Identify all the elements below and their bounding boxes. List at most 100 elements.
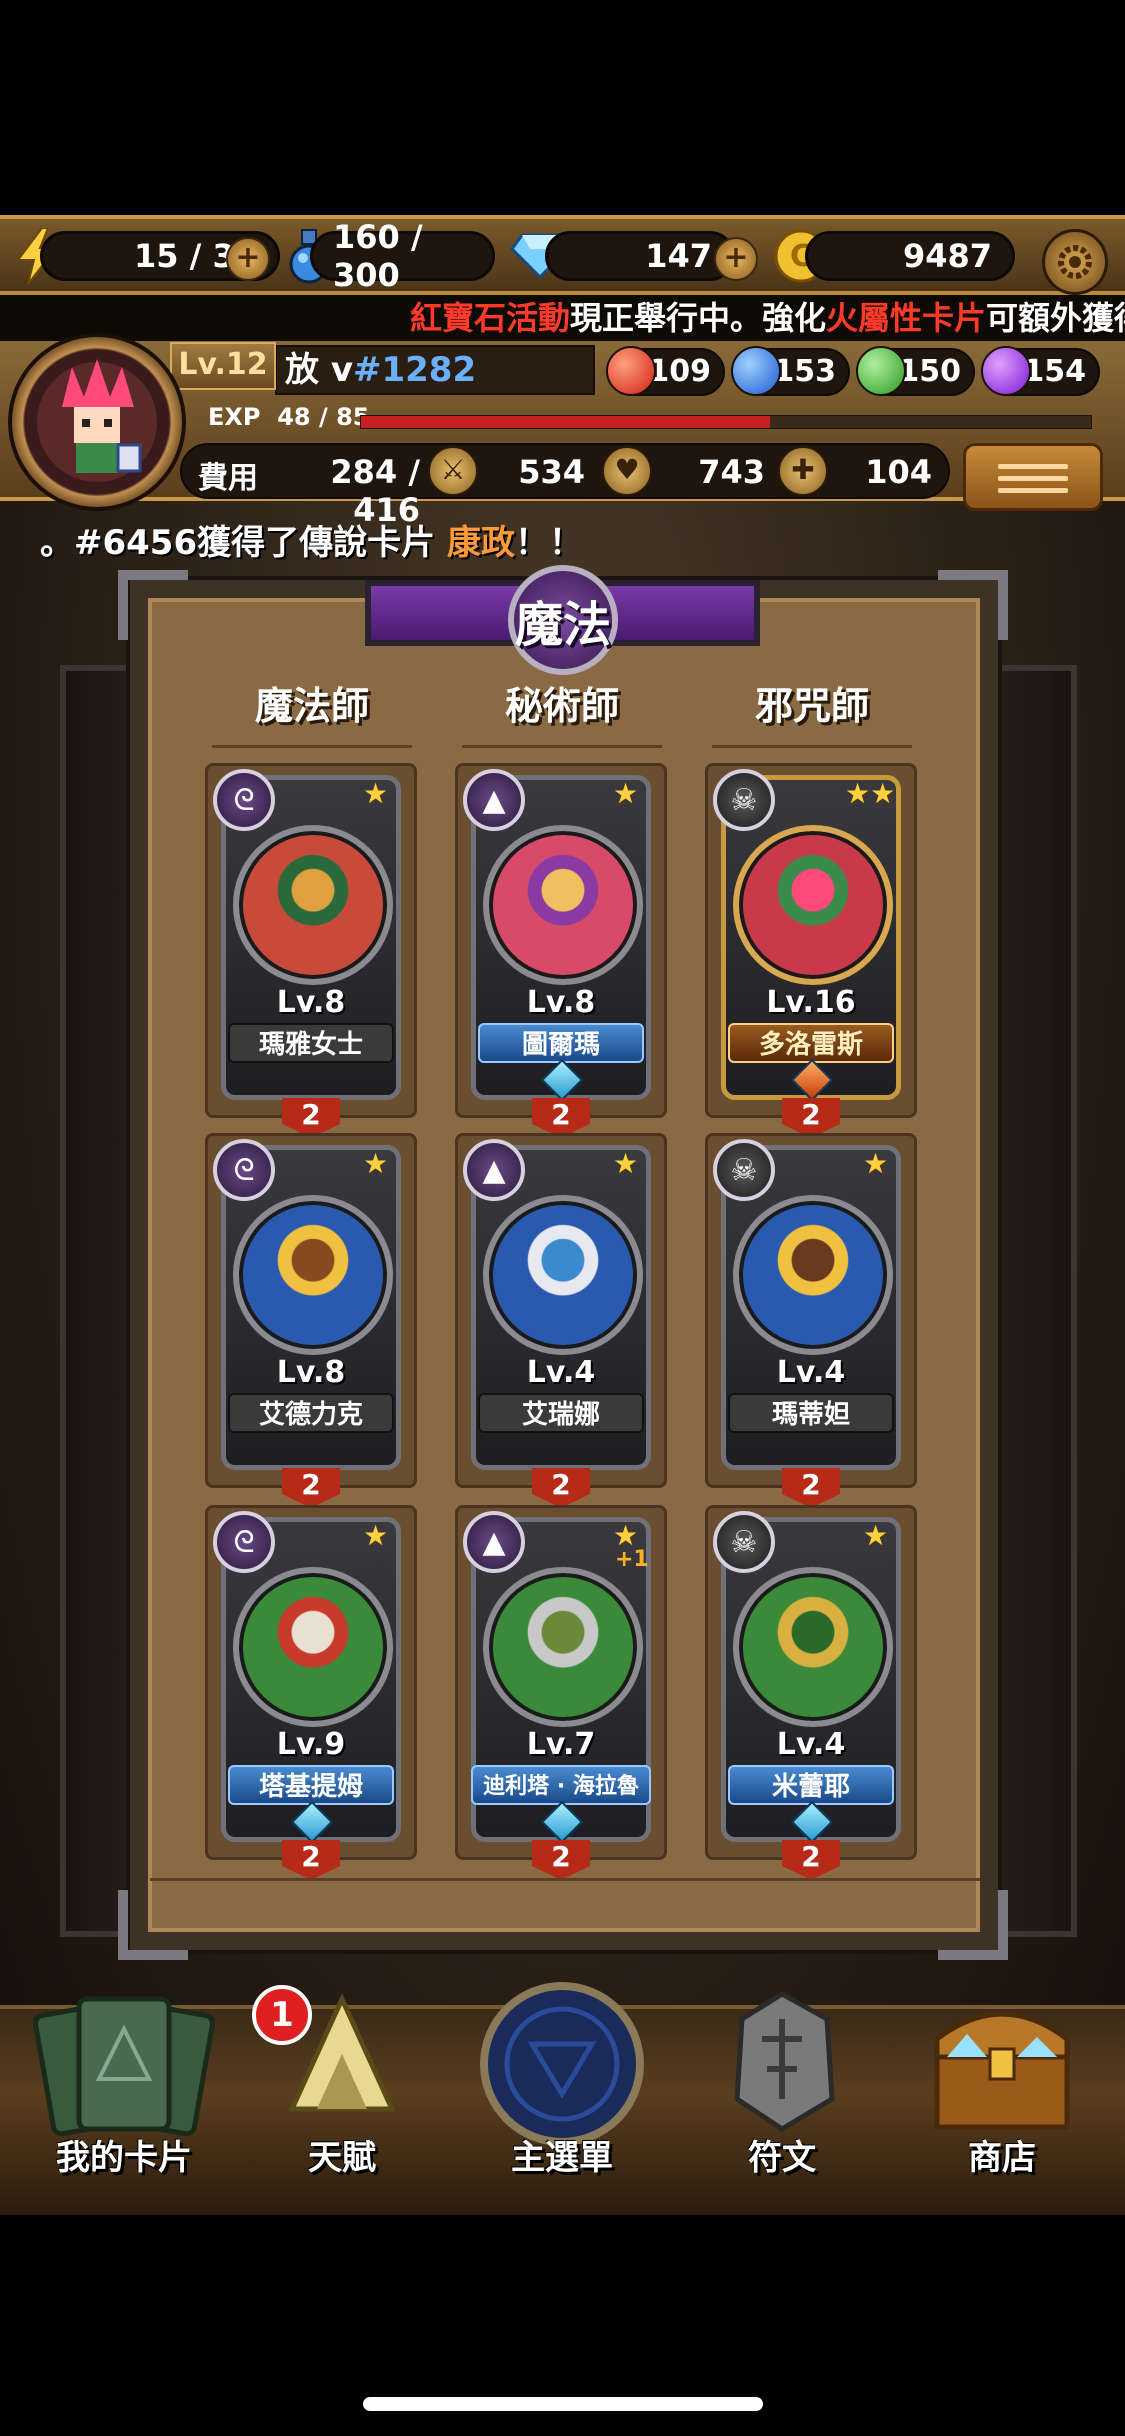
board-corner <box>938 570 1008 640</box>
hp-value: 743 <box>698 453 765 491</box>
heart-icon: ♥ <box>602 446 652 496</box>
treasure-chest-icon <box>934 2011 1070 2130</box>
home-indicator[interactable] <box>363 2397 763 2411</box>
nature-value: 150 <box>898 354 961 389</box>
potion-counter: 160 / 300 <box>310 218 495 294</box>
menu-icon <box>998 464 1068 469</box>
star-rating: ★ <box>613 777 639 810</box>
witch-hat-icon: ▲ <box>463 769 525 831</box>
dark-value: 154 <box>1023 354 1086 389</box>
dark-orb-icon <box>981 346 1031 396</box>
announcement-suffix: ！！ <box>514 523 583 563</box>
mage-class-icon: ᘓ <box>213 769 275 831</box>
nav-label: 我的卡片 <box>56 2138 192 2178</box>
column-header-warlock: 邪咒師 <box>754 684 869 728</box>
nav-my-cards[interactable]: 我的卡片 <box>24 1996 224 2215</box>
fire-orb-icon <box>606 346 656 396</box>
diamond-counter: 147 <box>545 231 735 281</box>
card-level: Lv.9 <box>276 1727 346 1762</box>
card-level: Lv.7 <box>526 1727 596 1762</box>
diamond-plus-button[interactable]: + <box>714 237 758 281</box>
cross-icon: ✚ <box>778 446 828 496</box>
ticker-event: 紅寶石活動 <box>410 299 571 337</box>
card-level: Lv.4 <box>776 1727 846 1762</box>
hero-portrait <box>483 1567 643 1727</box>
card-level: Lv.8 <box>526 985 596 1020</box>
player-avatar[interactable] <box>8 333 186 511</box>
card-level: Lv.4 <box>776 1355 846 1390</box>
skull-icon: ☠ <box>713 769 775 831</box>
exp-bar <box>360 415 1092 429</box>
water-orb-icon <box>731 346 781 396</box>
nav-main-menu[interactable]: 主選單 <box>462 1982 662 2215</box>
fire-value: 109 <box>648 354 711 389</box>
gold-counter: 9487 <box>805 231 1015 281</box>
divider <box>712 745 912 748</box>
exp-label: EXP 48 / 85 <box>208 403 370 431</box>
hero-portrait <box>483 825 643 985</box>
star-rating: ★ <box>863 1519 889 1552</box>
card-name: 艾瑞娜 <box>478 1393 644 1433</box>
board-title-text: 魔法 <box>514 597 611 653</box>
card-name: 瑪蒂妲 <box>728 1393 894 1433</box>
news-ticker: 紅寶石活動現正舉行中。強化火屬性卡片可額外獲得 <box>0 295 1125 341</box>
sword-icon: ⚔ <box>428 446 478 496</box>
star-bonus: +1 <box>615 1547 649 1572</box>
star-rating: ★ <box>363 1519 389 1552</box>
nav-label: 天賦 <box>308 2138 376 2178</box>
nature-orb-icon <box>856 346 906 396</box>
skull-icon: ☠ <box>713 1139 775 1201</box>
board-corner <box>938 1890 1008 1960</box>
player-name: 放 v <box>285 350 353 390</box>
mage-class-icon: ᘓ <box>213 1511 275 1573</box>
card-level: Lv.16 <box>766 985 856 1020</box>
card-name: 米蕾耶 <box>728 1765 894 1805</box>
star-rating: ★ <box>863 1147 889 1180</box>
divider <box>212 745 412 748</box>
heal-value: 104 <box>865 453 932 491</box>
announcement-prefix: 。#6456獲得了傳說卡片 <box>40 523 447 563</box>
mage-class-icon: ᘓ <box>213 1139 275 1201</box>
player-level: Lv.12 <box>170 342 276 390</box>
witch-hat-icon: ▲ <box>463 1139 525 1201</box>
player-name-bar: 放 v#1282 <box>275 345 595 395</box>
nav-runes[interactable]: 符文 <box>682 1991 882 2215</box>
card-level: Lv.8 <box>276 1355 346 1390</box>
divider <box>150 1878 980 1881</box>
hero-portrait <box>733 1195 893 1355</box>
emblem-icon <box>480 1982 644 2146</box>
cost-label: 費用 <box>198 461 258 496</box>
card-name: 圖爾瑪 <box>478 1023 644 1063</box>
witch-hat-icon: ▲ <box>463 1511 525 1573</box>
attack-value: 534 <box>518 453 585 491</box>
gold-value: 9487 <box>902 237 992 275</box>
card-name: 多洛雷斯 <box>728 1023 894 1063</box>
nav-label: 商店 <box>968 2138 1036 2178</box>
board-corner <box>118 1890 188 1960</box>
hamburger-menu-button[interactable] <box>963 443 1103 511</box>
board-title: 魔法 <box>508 565 618 675</box>
card-name: 迪利塔 · 海拉魯 <box>471 1765 651 1805</box>
announcement-text: 。#6456獲得了傳說卡片 康政！！ <box>40 515 583 564</box>
hero-portrait <box>733 1567 893 1727</box>
ticker-highlight: 火屬性卡片 <box>826 299 987 337</box>
column-header-arcanist: 秘術師 <box>504 684 619 728</box>
announcement-card-name: 康政 <box>446 523 515 563</box>
card-name: 艾德力克 <box>228 1393 394 1433</box>
energy-plus-button[interactable]: + <box>226 237 270 281</box>
exp-value: 48 / 85 <box>277 403 370 431</box>
water-value: 153 <box>773 354 836 389</box>
hero-portrait <box>233 825 393 985</box>
potion-value: 160 / 300 <box>333 218 423 294</box>
nav-shop[interactable]: 商店 <box>902 2009 1102 2215</box>
ticker-text: 現正舉行中。強化 <box>570 299 827 337</box>
exp-bar-fill <box>361 416 770 428</box>
nav-label: 符文 <box>748 2138 816 2178</box>
hero-portrait <box>483 1195 643 1355</box>
diamond-value: 147 <box>645 237 712 275</box>
card-level: Lv.8 <box>276 985 346 1020</box>
star-rating: ★ <box>613 1147 639 1180</box>
game-screen: 15 / 39 + 160 / 300 147 + C 9487 紅寶石活動現正… <box>0 215 1125 2215</box>
divider <box>462 745 662 748</box>
settings-button[interactable] <box>1042 229 1108 295</box>
